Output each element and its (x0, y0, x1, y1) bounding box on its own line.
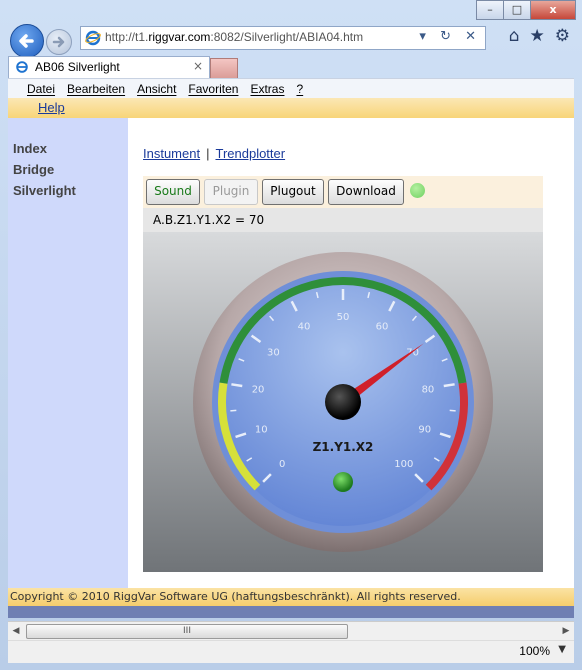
gauge-tick-label: 10 (255, 425, 268, 436)
gauge-svg: 0 10 20 30 40 50 60 70 80 90 100 Z1.Y1.X2 (193, 252, 493, 552)
page-content: Help Index Bridge Silverlight Instument |… (8, 98, 574, 618)
help-link[interactable]: Help (38, 100, 65, 115)
address-bar[interactable]: http://t1.riggvar.com:8082/Silverlight/A… (80, 26, 486, 50)
forward-arrow-icon (52, 36, 65, 48)
plugout-button[interactable]: Plugout (262, 179, 324, 205)
menu-ansicht[interactable]: Ansicht (137, 79, 176, 99)
home-icon[interactable]: ⌂ (509, 26, 520, 46)
menu-bearbeiten[interactable]: Bearbeiten (67, 79, 125, 99)
gauge-tick-label: 50 (337, 312, 350, 323)
sidebar-item-bridge[interactable]: Bridge (13, 162, 128, 177)
minimize-button[interactable]: – (476, 0, 504, 20)
address-tools[interactable]: ▾ ↻ ✕ (419, 29, 481, 44)
scroll-left-icon[interactable]: ◀ (8, 622, 24, 640)
gauge-panel: 0 10 20 30 40 50 60 70 80 90 100 Z1.Y1.X2 (143, 232, 543, 572)
status-led (410, 183, 425, 198)
tab-close-icon[interactable]: × (193, 59, 203, 73)
copyright-text: Copyright © 2010 RiggVar Software UG (ha… (10, 590, 461, 603)
value-readout: A.B.Z1.Y1.X2 = 70 (143, 208, 543, 232)
menu-bar: Datei Bearbeiten Ansicht Favoriten Extras? (8, 78, 574, 99)
back-button[interactable] (10, 24, 44, 58)
help-bar: Help (8, 98, 574, 118)
ie-logo-icon (85, 30, 101, 46)
tab-ab06-silverlight[interactable]: AB06 Silverlight × (8, 56, 210, 79)
gauge-label: Z1.Y1.X2 (313, 440, 374, 454)
close-window-button[interactable]: x (530, 0, 576, 20)
gauge-status-led (333, 472, 353, 492)
link-separator: | (206, 146, 210, 161)
tab-strip: AB06 Silverlight × (0, 56, 582, 80)
gauge-tick-label: 20 (252, 385, 265, 396)
gauge-tick-label: 80 (422, 385, 435, 396)
plugin-button[interactable]: Plugin (204, 179, 258, 205)
url-text: http://t1.riggvar.com:8082/Silverlight/A… (105, 30, 364, 44)
scroll-thumb[interactable]: III (26, 624, 348, 639)
zoom-level[interactable]: 100% (519, 644, 550, 658)
horizontal-scrollbar[interactable]: ◀ III ▶ (8, 621, 574, 640)
footer-strip (8, 606, 574, 618)
menu-favoriten[interactable]: Favoriten (188, 79, 238, 99)
view-links: Instument | Trendplotter (143, 146, 285, 161)
back-arrow-icon (19, 34, 34, 48)
gauge-tick-label: 0 (279, 459, 285, 470)
scroll-right-icon[interactable]: ▶ (558, 622, 574, 640)
menu-extras[interactable]: Extras (250, 79, 284, 99)
gauge-tick-label: 30 (267, 347, 280, 358)
gauge-tick-label: 60 (376, 321, 389, 332)
favorites-star-icon[interactable]: ★ (530, 26, 545, 46)
gauge-tick-label: 40 (298, 321, 311, 332)
maximize-button[interactable]: □ (503, 0, 531, 20)
sidebar-item-silverlight[interactable]: Silverlight (13, 183, 128, 198)
sound-button[interactable]: Sound (146, 179, 200, 205)
zoom-dropdown-icon[interactable]: ▼ (558, 644, 566, 655)
app-toolbar: Sound Plugin Plugout Download (143, 176, 543, 208)
forward-button[interactable] (46, 29, 72, 55)
navigation-bar: http://t1.riggvar.com:8082/Silverlight/A… (0, 22, 582, 58)
sidebar: Index Bridge Silverlight (8, 118, 128, 588)
ie-tab-icon (16, 61, 28, 73)
menu-help-question[interactable]: ? (296, 79, 303, 99)
download-button[interactable]: Download (328, 179, 404, 205)
sidebar-item-index[interactable]: Index (13, 141, 128, 156)
trendplotter-link[interactable]: Trendplotter (215, 146, 285, 161)
status-bar: 100% ▼ (8, 640, 574, 663)
instrument-link[interactable]: Instument (143, 146, 200, 161)
gauge-tick (231, 383, 243, 388)
tab-title: AB06 Silverlight (35, 60, 120, 74)
gauge-tick-label: 70 (406, 347, 419, 358)
settings-gear-icon[interactable]: ⚙ (555, 26, 570, 46)
gauge-hub (325, 384, 361, 420)
browser-window: – □ x http://t1.riggvar.com:8082/Silverl… (0, 0, 582, 670)
menu-datei[interactable]: Datei (27, 79, 55, 99)
gauge-tick-label: 90 (418, 425, 431, 436)
readout-text: A.B.Z1.Y1.X2 = 70 (153, 213, 265, 227)
browser-tools: ⌂ ★ ⚙ (509, 26, 570, 46)
window-controls: – □ x (476, 0, 576, 20)
gauge-tick-label: 100 (394, 459, 413, 470)
new-tab-button[interactable] (210, 58, 238, 80)
gauge-tick (443, 383, 455, 388)
footer: Copyright © 2010 RiggVar Software UG (ha… (8, 588, 574, 606)
